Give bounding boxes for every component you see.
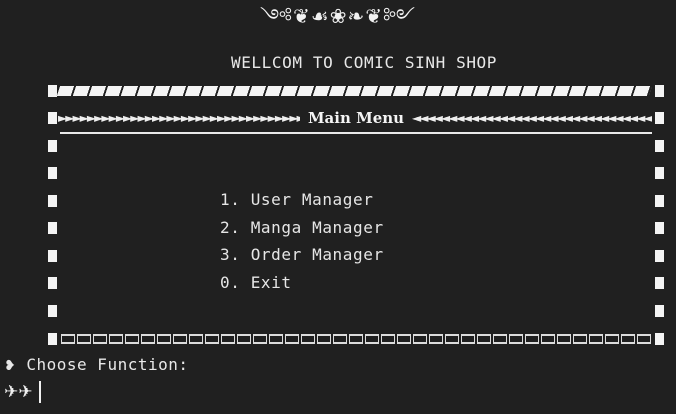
frame-right-block (655, 167, 664, 179)
frame-left-block (48, 333, 57, 345)
frame-right-block (655, 305, 664, 317)
frame-left-block (48, 195, 57, 207)
frame-right-block (655, 195, 664, 207)
frame-right-block (655, 333, 664, 345)
terminal-input-line[interactable]: ✈✈ (4, 381, 41, 403)
title-arrows-left-pointing: ◄◄◄◄◄◄◄◄◄◄◄◄◄◄◄◄◄◄◄◄◄◄◄◄◄◄◄◄◄◄◄◄◄◄◄◄◄◄◄◄ (412, 111, 652, 125)
frame-right-block (655, 85, 664, 97)
airplane-prompt-icon: ✈✈ (4, 382, 33, 402)
heart-bullet-icon: ❥ (4, 358, 17, 374)
title-underline (60, 132, 652, 134)
header-ornament: ༺❦☙❀❧❦༻ (260, 4, 416, 28)
frame-left-block (48, 140, 57, 152)
frame-right-block (655, 277, 664, 289)
menu-item-exit: 0. Exit (220, 273, 292, 292)
frame-right-block (655, 250, 664, 262)
frame-left-block (48, 222, 57, 234)
menu-item-order-manager: 3. Order Manager (220, 245, 384, 264)
frame-right-block (655, 222, 664, 234)
frame-left-block (48, 85, 57, 97)
menu-item-user-manager: 1. User Manager (220, 190, 374, 209)
text-cursor (38, 381, 41, 403)
frame-right-block (655, 140, 664, 152)
frame-top-border (56, 86, 653, 96)
frame-left-block (48, 305, 57, 317)
title-arrows-right-pointing: ►►►►►►►►►►►►►►►►►►►►►►►►►►►►►►►►►►►►►►► (58, 111, 300, 125)
frame-left-block (48, 112, 57, 124)
frame-left-block (48, 277, 57, 289)
welcome-title: WELLCOM TO COMIC SINH SHOP (230, 53, 498, 72)
prompt-label: Choose Function: (26, 355, 189, 374)
choose-function-prompt: ❥ Choose Function: (4, 355, 189, 376)
frame-right-block (655, 112, 664, 124)
frame-left-block (48, 167, 57, 179)
menu-item-manga-manager: 2. Manga Manager (220, 218, 384, 237)
menu-title: Main Menu (307, 109, 405, 127)
frame-bottom-border-inner (62, 336, 652, 342)
frame-left-block (48, 250, 57, 262)
